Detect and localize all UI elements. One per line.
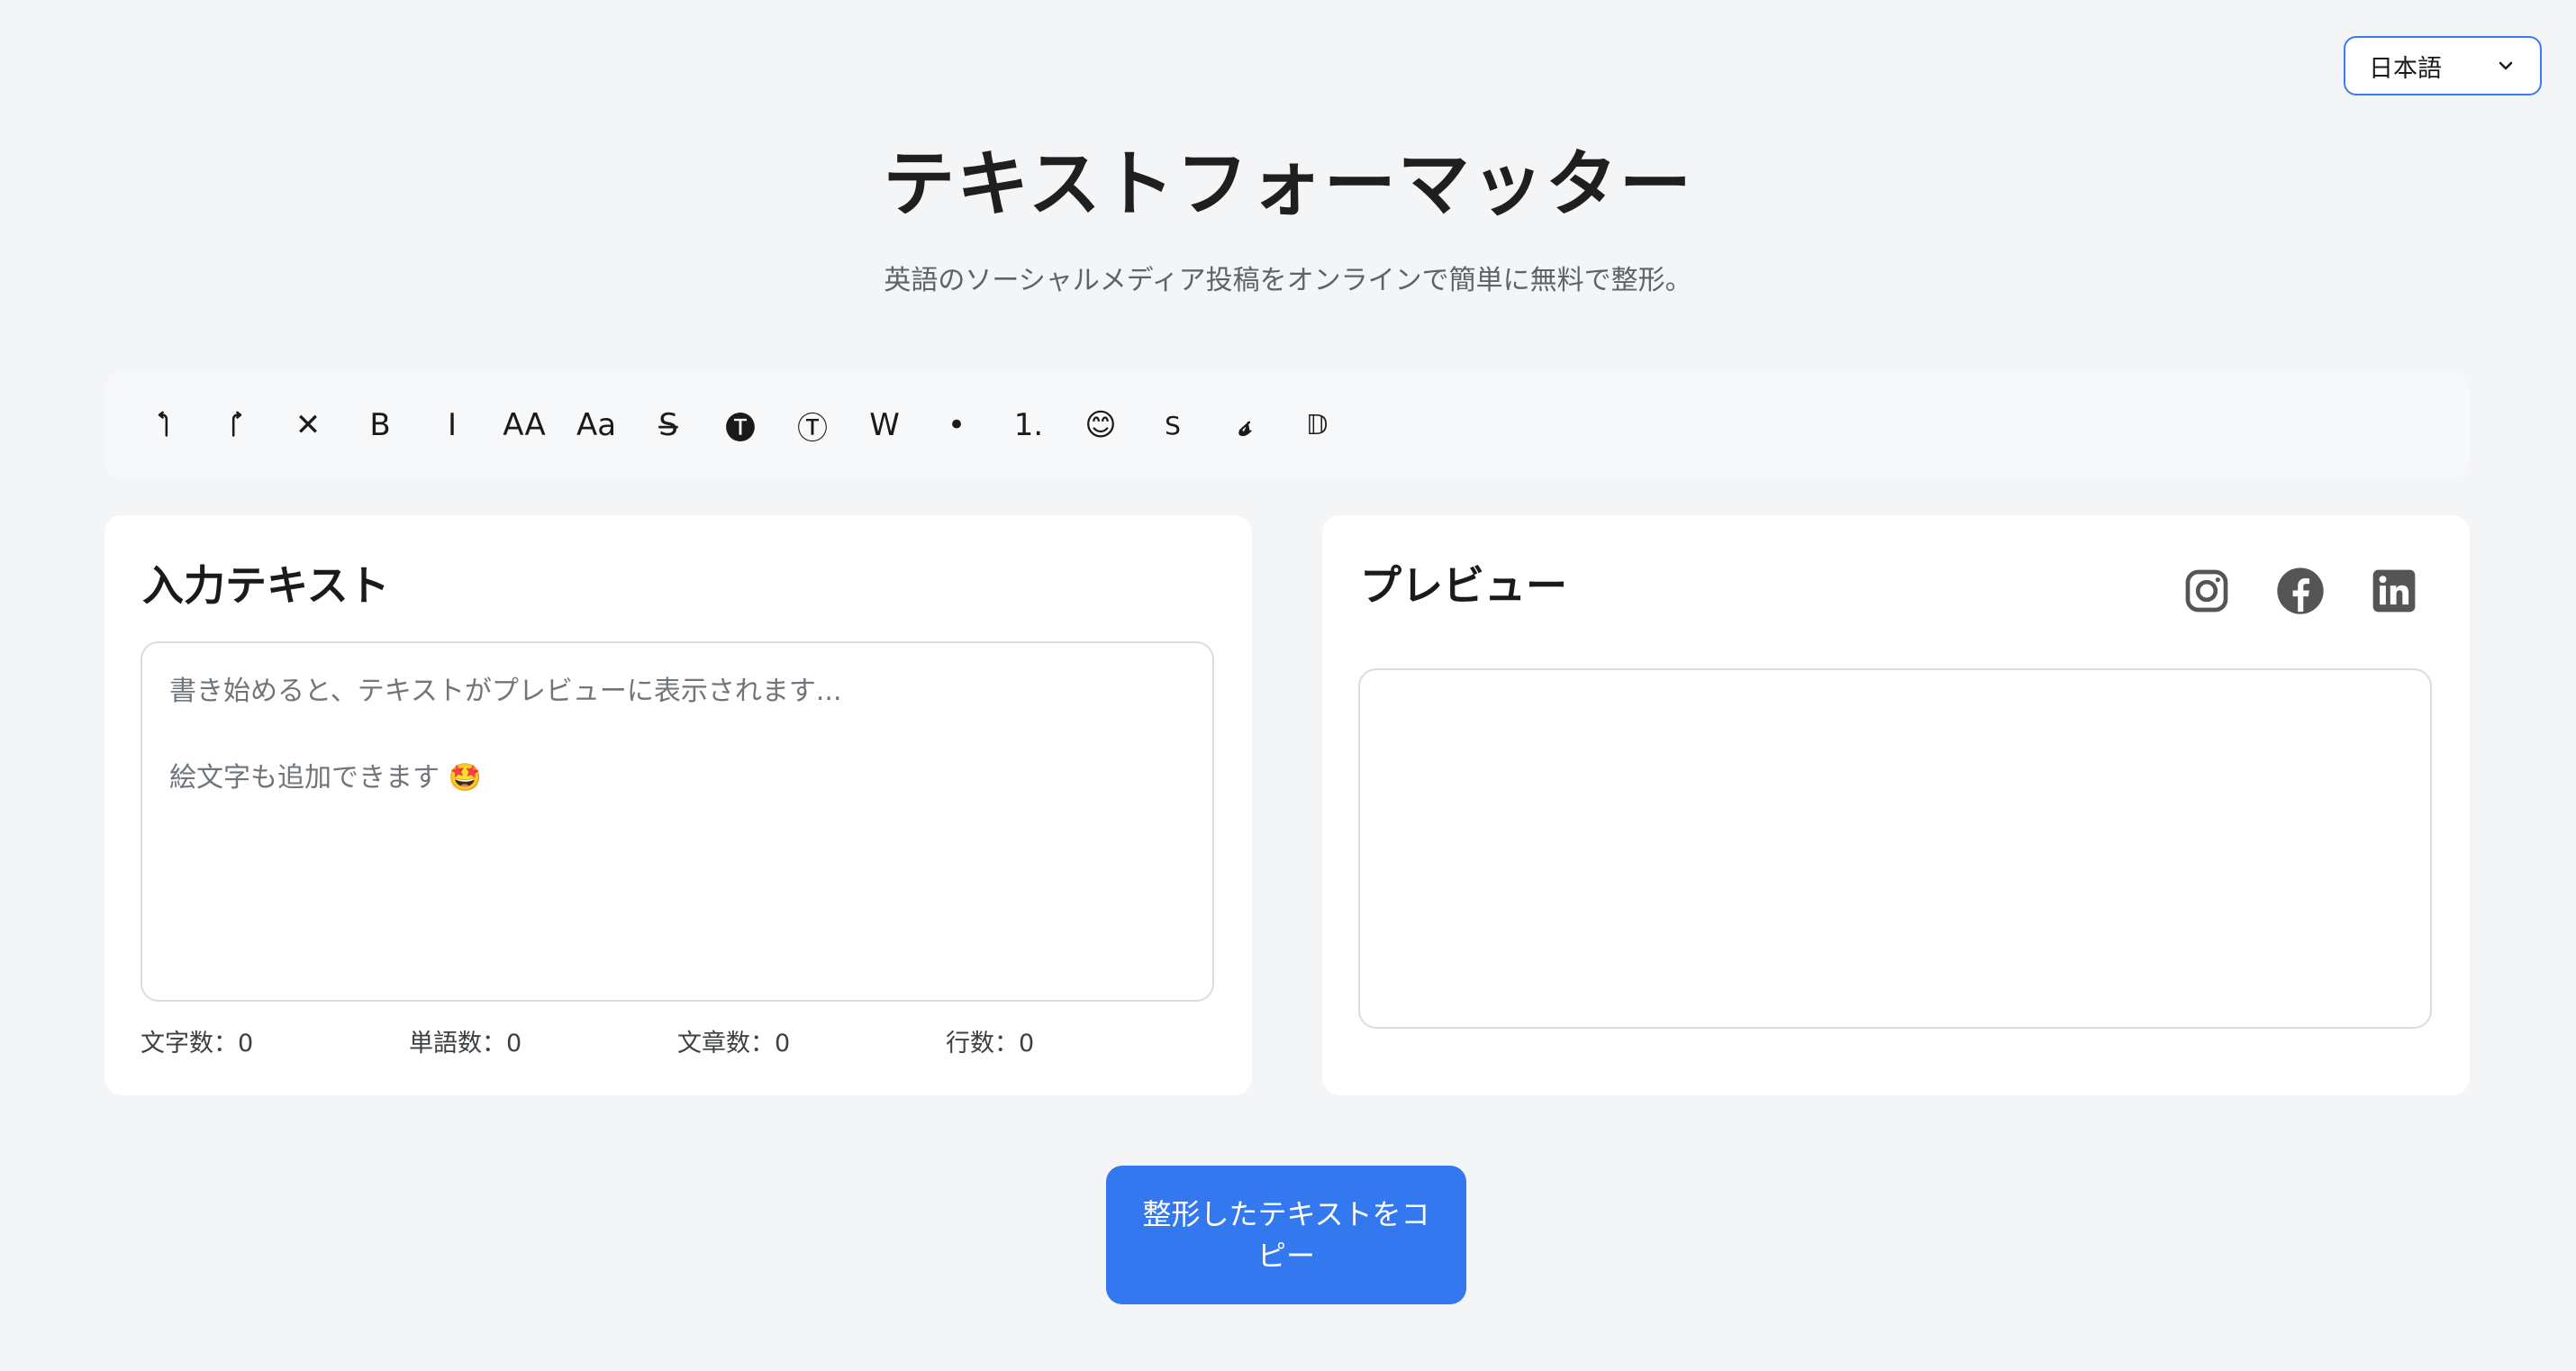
uppercase-icon: AA [503,407,546,443]
redo-button[interactable] [200,389,272,461]
preview-card: プレビュー [1322,515,2470,1095]
input-textarea[interactable]: 書き始めると、テキストがプレビューに表示されます... 絵文字も追加できます 🤩 [141,641,1214,1002]
numbered-list-icon: 1. [1013,407,1044,443]
input-placeholder-line2: 絵文字も追加できます 🤩 [169,762,482,794]
facebook-button[interactable] [2275,566,2326,616]
facebook-icon [2277,567,2324,614]
linkedin-button[interactable] [2369,566,2419,616]
close-icon: ✕ [295,407,322,443]
chevron-down-icon [2499,61,2513,70]
small-caps-s-icon: S [1165,410,1181,440]
bullet-list-button[interactable]: • [921,389,993,461]
word-count: 単語数：0 [409,1030,522,1058]
bullet-icon: • [947,407,966,443]
smile-emoji-icon: 😊 [1084,407,1117,443]
wide-w-icon: W [869,407,900,443]
script-button[interactable]: 𝓼 [1209,389,1281,461]
bold-icon: B [369,407,391,443]
undo-icon [158,411,168,437]
italic-icon: I [447,407,458,443]
instagram-icon [2185,569,2228,613]
circled-black-button[interactable]: 🅣 [704,389,776,461]
sentence-count: 文章数：0 [677,1030,791,1058]
page-title: テキストフォーマッター [883,142,1693,226]
character-count: 文字数：0 [141,1030,254,1058]
page-subtitle: 英語のソーシャルメディア投稿をオンラインで簡単に無料で整形。 [884,265,1692,296]
italic-button[interactable]: I [416,389,488,461]
preview-card-title: プレビュー [1360,561,1567,610]
double-struck-button[interactable]: 𝔻 [1281,389,1353,461]
numbered-list-button[interactable]: 1. [993,389,1065,461]
small-caps-button[interactable]: S [1137,389,1209,461]
capitalize-icon: Aa [576,407,617,443]
emoji-button[interactable]: 😊 [1065,389,1137,461]
copy-button-label: 整形したテキストをコピー [1142,1197,1430,1273]
clear-format-button[interactable]: ✕ [272,389,344,461]
circled-t-icon: Ⓣ [797,410,828,447]
language-select[interactable]: 日本語 [2344,36,2542,95]
double-struck-d-icon: 𝔻 [1305,409,1329,441]
linkedin-icon [2372,569,2416,613]
uppercase-button[interactable]: AA [488,389,560,461]
strikethrough-button[interactable]: S̶ [632,389,704,461]
input-placeholder-line1: 書き始めると、テキストがプレビューに表示されます... [169,676,842,707]
copy-formatted-text-button[interactable]: 整形したテキストをコピー [1106,1166,1466,1304]
undo-button[interactable] [128,389,200,461]
script-s-icon: 𝓼 [1238,407,1251,443]
line-count: 行数：0 [946,1030,1035,1058]
input-card-title: 入力テキスト [142,561,390,610]
instagram-button[interactable] [2181,566,2232,616]
formatting-toolbar: ✕ B I AA Aa S̶ 🅣 Ⓣ W • 1. 😊 S 𝓼 𝔻 [104,371,2470,479]
text-stats: 文字数：0 単語数：0 文章数：0 行数：0 [141,1023,1214,1058]
preview-output [1358,668,2432,1029]
input-card: 入力テキスト 書き始めると、テキストがプレビューに表示されます... 絵文字も追… [104,515,1252,1095]
circled-button[interactable]: Ⓣ [776,389,848,461]
strikethrough-icon: S̶ [658,407,678,443]
language-select-value: 日本語 [2369,54,2442,83]
circled-black-t-icon: 🅣 [725,410,756,447]
bold-button[interactable]: B [344,389,416,461]
wide-text-button[interactable]: W [848,389,921,461]
capitalize-button[interactable]: Aa [560,389,632,461]
redo-icon [231,411,242,437]
